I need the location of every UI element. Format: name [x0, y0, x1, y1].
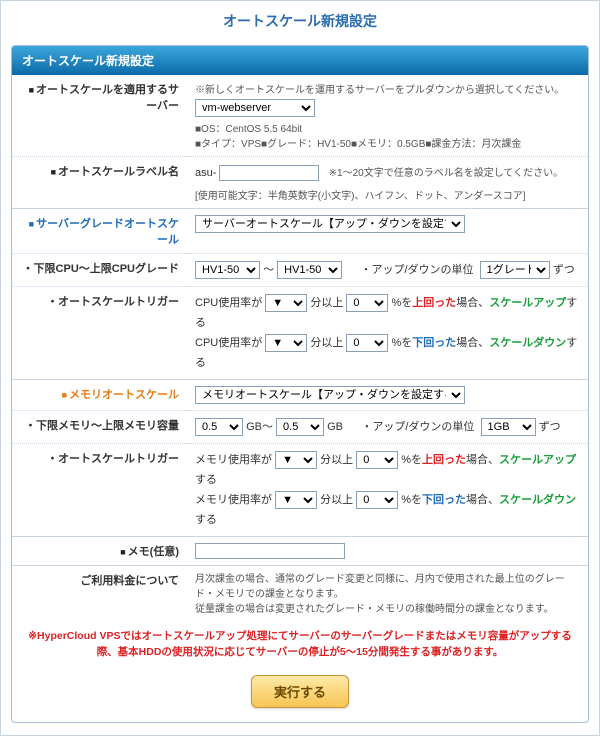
label-input[interactable]	[219, 165, 319, 181]
grade-as-select[interactable]: サーバーオートスケール【アップ・ダウンを設定する】	[195, 215, 465, 233]
row-memory-as: ■メモリオートスケール メモリオートスケール【アップ・ダウンを設定する】	[12, 380, 588, 411]
cpu-unit-label: ・アップ/ダウンの単位	[360, 264, 473, 276]
label-grade-as: サーバーグレードオートスケール	[36, 218, 179, 246]
cpu-grade-high[interactable]: HV1-50	[277, 261, 342, 279]
pricing-line2: 従量課金の場合は変更されたグレード・メモリの稼働時間分の課金となります。	[195, 602, 580, 617]
mem-unit-select[interactable]: 1GB	[481, 418, 536, 436]
row-pricing: ご利用料金について 月次課金の場合、通常のグレード変更と同様に、月内で使用された…	[12, 566, 588, 624]
memo-input[interactable]	[195, 543, 345, 559]
os-line: ■OS：CentOS 5.5 64bit	[195, 120, 580, 135]
mem-up-min[interactable]: ▼	[275, 451, 317, 469]
cpu-up-pct[interactable]: 0	[346, 294, 388, 312]
label-cpu-grade: ・下限CPU〜上限CPUグレード	[23, 263, 179, 275]
page-title: オートスケール新規設定	[1, 1, 599, 37]
label-memo: メモ(任意)	[128, 546, 179, 558]
label-memory-as: メモリオートスケール	[69, 389, 179, 401]
label-mem-trigger: ・オートスケールトリガー	[47, 453, 179, 465]
label-labelname: オートスケールラベル名	[58, 166, 179, 178]
row-memory-range: ・下限メモリ〜上限メモリ容量 0.5 GB〜 0.5 GB ・アップ/ダウンの単…	[12, 411, 588, 444]
execute-button[interactable]: 実行する	[251, 675, 349, 708]
type-line: ■タイプ：VPS■グレード：HV1-50■メモリ：0.5GB■課金方法：月次課金	[195, 135, 580, 150]
server-select[interactable]: vm-webserver	[195, 99, 315, 117]
cpu-up-min[interactable]: ▼	[265, 294, 307, 312]
label-memory-range: ・下限メモリ〜上限メモリ容量	[25, 420, 179, 432]
row-cpu-grade: ・下限CPU〜上限CPUグレード HV1-50 〜 HV1-50 ・アップ/ダウ…	[12, 254, 588, 287]
mem-up-pct[interactable]: 0	[356, 451, 398, 469]
mem-unit-label: ・アップ/ダウンの単位	[361, 421, 474, 433]
label-cpu-trigger: ・オートスケールトリガー	[47, 296, 179, 308]
settings-panel: オートスケール新規設定 ■オートスケールを適用するサーバー ※新しくオートスケー…	[11, 45, 589, 723]
row-label-name: ■オートスケールラベル名 asu- ※1〜20文字で任意のラベル名を設定してくだ…	[12, 157, 588, 209]
pricing-line1: 月次課金の場合、通常のグレード変更と同様に、月内で使用された最上位のグレード・メ…	[195, 572, 580, 602]
label-prefix: asu-	[195, 167, 216, 179]
row-memo: ■メモ(任意)	[12, 537, 588, 566]
row-cpu-trigger: ・オートスケールトリガー CPU使用率が ▼ 分以上 0 %を上回った場合、スケ…	[12, 287, 588, 380]
warning-text: ※HyperCloud VPSではオートスケールアップ処理にてサーバーのサーバー…	[12, 623, 588, 667]
mem-high[interactable]: 0.5	[276, 418, 324, 436]
mem-dn-pct[interactable]: 0	[356, 491, 398, 509]
label-pricing: ご利用料金について	[80, 575, 179, 587]
row-server: ■オートスケールを適用するサーバー ※新しくオートスケールを運用するサーバーをプ…	[12, 75, 588, 157]
allowed-chars: [使用可能文字：半角英数字(小文字)、ハイフン、ドット、アンダースコア]	[195, 187, 580, 202]
label-hint-right: ※1〜20文字で任意のラベル名を設定してください。	[329, 168, 563, 179]
mem-low[interactable]: 0.5	[195, 418, 243, 436]
cpu-unit-select[interactable]: 1グレード	[480, 261, 550, 279]
cpu-grade-low[interactable]: HV1-50	[195, 261, 260, 279]
settings-table: ■オートスケールを適用するサーバー ※新しくオートスケールを運用するサーバーをプ…	[12, 75, 588, 623]
cpu-dn-min[interactable]: ▼	[265, 334, 307, 352]
row-memory-trigger: ・オートスケールトリガー メモリ使用率が ▼ 分以上 0 %を上回った場合、スケ…	[12, 444, 588, 537]
cpu-dn-pct[interactable]: 0	[346, 334, 388, 352]
label-server: オートスケールを適用するサーバー	[36, 84, 179, 112]
row-server-grade-as: ■サーバーグレードオートスケール サーバーオートスケール【アップ・ダウンを設定す…	[12, 209, 588, 254]
mem-dn-min[interactable]: ▼	[275, 491, 317, 509]
server-note: ※新しくオートスケールを運用するサーバーをプルダウンから選択してください。	[195, 81, 580, 96]
panel-header: オートスケール新規設定	[12, 46, 588, 75]
page-container: オートスケール新規設定 オートスケール新規設定 ■オートスケールを適用するサーバ…	[0, 0, 600, 736]
memory-as-select[interactable]: メモリオートスケール【アップ・ダウンを設定する】	[195, 386, 465, 404]
